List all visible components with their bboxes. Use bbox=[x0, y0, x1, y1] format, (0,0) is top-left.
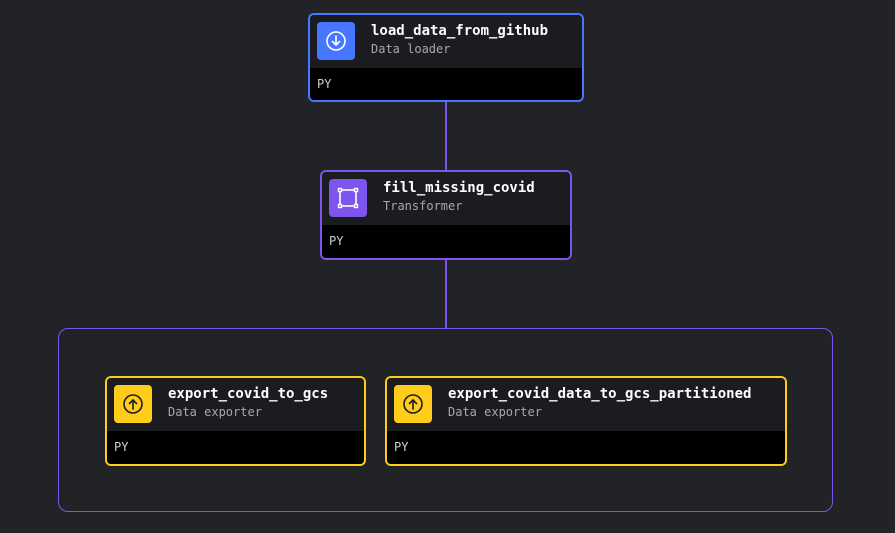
upload-icon bbox=[114, 385, 152, 423]
transform-square-icon bbox=[329, 179, 367, 217]
upload-icon bbox=[394, 385, 432, 423]
download-icon bbox=[317, 22, 355, 60]
block-name: load_data_from_github bbox=[371, 23, 549, 39]
block-name: export_covid_data_to_gcs_partitioned bbox=[448, 386, 752, 402]
edge-loader-to-transformer bbox=[445, 101, 447, 172]
block-type: Transformer bbox=[383, 199, 463, 213]
block-type: Data loader bbox=[371, 42, 451, 56]
block-fill-missing-covid[interactable]: fill_missing_covid Transformer PY bbox=[320, 170, 572, 260]
block-load-data-from-github[interactable]: load_data_from_github Data loader PY bbox=[308, 13, 584, 102]
edge-transformer-to-exporters bbox=[445, 258, 447, 329]
block-header: fill_missing_covid Transformer bbox=[322, 172, 570, 225]
block-language: PY bbox=[322, 225, 570, 258]
block-language: PY bbox=[387, 431, 785, 464]
block-header: export_covid_data_to_gcs_partitioned Dat… bbox=[387, 378, 785, 431]
block-export-covid-to-gcs[interactable]: export_covid_to_gcs Data exporter PY bbox=[105, 376, 366, 466]
block-header: export_covid_to_gcs Data exporter bbox=[107, 378, 364, 431]
block-type: Data exporter bbox=[168, 405, 262, 419]
block-header: load_data_from_github Data loader bbox=[310, 15, 582, 68]
block-language: PY bbox=[107, 431, 364, 464]
block-name: fill_missing_covid bbox=[383, 180, 535, 196]
block-language: PY bbox=[310, 68, 582, 100]
block-type: Data exporter bbox=[448, 405, 542, 419]
block-export-covid-data-to-gcs-partitioned[interactable]: export_covid_data_to_gcs_partitioned Dat… bbox=[385, 376, 787, 466]
block-name: export_covid_to_gcs bbox=[168, 386, 329, 402]
